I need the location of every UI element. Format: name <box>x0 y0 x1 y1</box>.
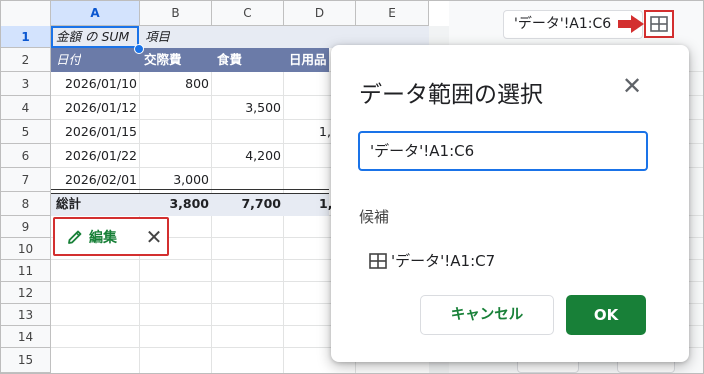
total-value[interactable]: 7,700 <box>211 192 281 216</box>
row-header-8[interactable]: 8 <box>1 192 51 216</box>
date-cell[interactable]: 2026/01/10 <box>51 72 137 96</box>
row-header-10[interactable]: 10 <box>1 238 51 260</box>
row-header-3[interactable]: 3 <box>1 72 51 96</box>
row-header-12[interactable]: 12 <box>1 282 51 304</box>
value-cell[interactable]: 1, <box>319 120 331 144</box>
column-header-c[interactable]: C <box>212 1 284 26</box>
column-header-b[interactable]: B <box>140 1 212 26</box>
fill-handle[interactable] <box>134 44 144 54</box>
row-header-2[interactable]: 2 <box>1 48 51 72</box>
grid-icon <box>369 252 387 269</box>
total-label[interactable]: 総計 <box>56 192 81 216</box>
select-all-corner[interactable] <box>1 1 51 27</box>
candidates-label: 候補 <box>359 208 390 226</box>
row-header-13[interactable]: 13 <box>1 304 51 326</box>
pivot-header-date[interactable]: 日付 <box>56 48 81 72</box>
data-range-dialog: データ範囲の選択 ✕ 'データ'!A1:C6 候補 'データ'!A1:C7 キャ… <box>331 45 689 362</box>
row-header-7[interactable]: 7 <box>1 168 51 192</box>
row-header-11[interactable]: 11 <box>1 260 51 282</box>
value-cell[interactable]: 3,000 <box>139 168 209 192</box>
cancel-button[interactable]: キャンセル <box>420 295 554 335</box>
row-header-9[interactable]: 9 <box>1 216 51 238</box>
candidate-range-label: 'データ'!A1:C7 <box>391 252 496 270</box>
red-arrow-icon <box>618 15 644 33</box>
edit-button[interactable]: 編集 <box>61 224 123 250</box>
row-header-1[interactable]: 1 <box>1 26 51 48</box>
pivot-header-col[interactable]: 交際費 <box>144 48 182 72</box>
select-range-button[interactable] <box>644 10 674 38</box>
row-header-5[interactable]: 5 <box>1 120 51 144</box>
range-input[interactable]: 'データ'!A1:C6 <box>358 131 648 171</box>
pivot-edit-chip: 編集 ✕ <box>53 217 169 256</box>
total-value[interactable]: 3,800 <box>139 192 209 216</box>
date-cell[interactable]: 2026/01/15 <box>51 120 137 144</box>
row-header-14[interactable]: 14 <box>1 326 51 348</box>
column-header-e[interactable]: E <box>356 1 429 26</box>
row-header-4[interactable]: 4 <box>1 96 51 120</box>
pivot-header-row <box>51 48 329 72</box>
value-cell[interactable]: 4,200 <box>211 144 281 168</box>
pivot-columns-label[interactable]: 項目 <box>145 26 170 48</box>
selected-cell-outline <box>51 26 139 48</box>
pivot-header-col[interactable]: 食費 <box>217 48 242 72</box>
column-header-d[interactable]: D <box>284 1 356 26</box>
value-cell[interactable]: 800 <box>139 72 209 96</box>
row-header-15[interactable]: 15 <box>1 348 51 373</box>
close-icon[interactable]: ✕ <box>619 73 645 99</box>
pivot-header-col[interactable]: 日用品 <box>289 48 329 72</box>
value-cell[interactable]: 3,500 <box>211 96 281 120</box>
edit-button-label: 編集 <box>89 230 117 246</box>
grid-icon <box>650 16 668 32</box>
total-value[interactable]: 1, <box>319 192 331 216</box>
date-cell[interactable]: 2026/02/01 <box>51 168 137 192</box>
column-header-a[interactable]: A <box>51 1 140 26</box>
pencil-icon <box>68 230 82 244</box>
spreadsheet-window: A B C D E 1 2 3 4 5 6 7 8 9 10 11 12 13 … <box>0 0 704 374</box>
ok-button[interactable]: OK <box>566 295 646 335</box>
candidate-range-item[interactable]: 'データ'!A1:C7 <box>369 250 495 271</box>
row-header-6[interactable]: 6 <box>1 144 51 168</box>
date-cell[interactable]: 2026/01/12 <box>51 96 137 120</box>
dialog-title: データ範囲の選択 <box>359 82 543 108</box>
date-cell[interactable]: 2026/01/22 <box>51 144 137 168</box>
close-chip-icon[interactable]: ✕ <box>143 224 165 250</box>
